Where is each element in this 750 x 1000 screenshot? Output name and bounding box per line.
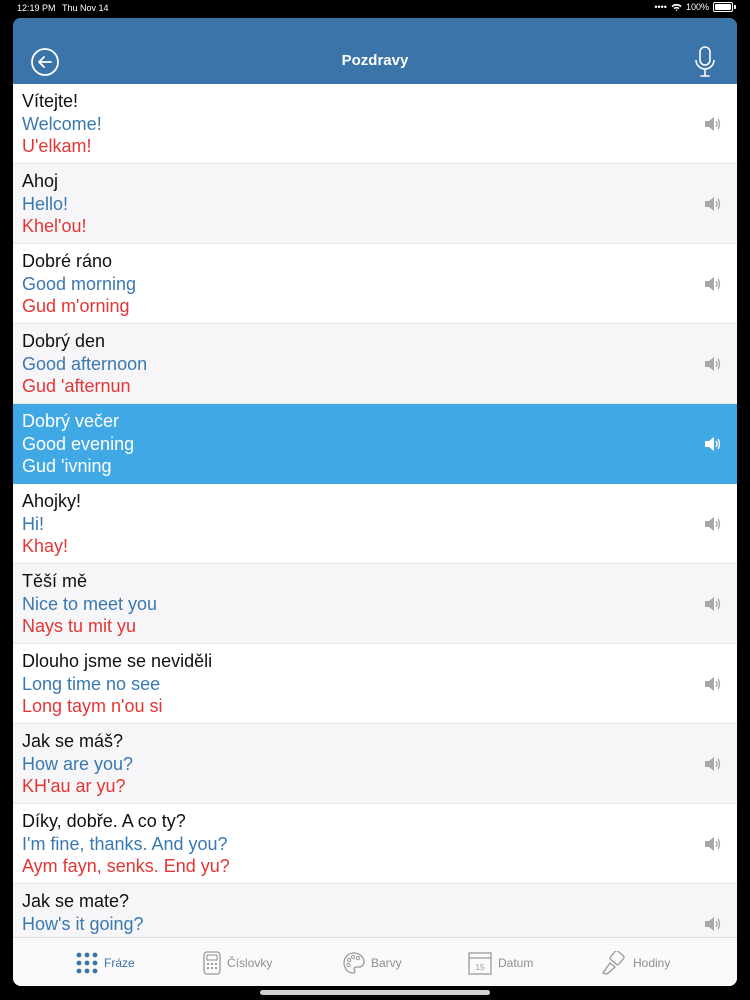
pronunciation-text: Long taym n'ou si — [22, 696, 163, 716]
status-time: 12:19 PM — [17, 3, 56, 13]
english-text: Good evening — [22, 434, 135, 454]
tab-label: Číslovky — [227, 955, 273, 970]
phrase-row[interactable]: Jak se máš? How are you? KH'au ar yu? — [13, 724, 737, 804]
czech-text: Díky, dobře. A co ty? — [22, 811, 186, 831]
english-text: Long time no see — [22, 674, 161, 694]
battery-icon — [713, 2, 733, 12]
speaker-icon[interactable] — [703, 676, 721, 692]
palette-icon — [343, 951, 365, 974]
phrase-row[interactable]: Těší mě Nice to meet you Nays tu mit yu — [13, 564, 737, 644]
czech-text: Jak se mate? — [22, 891, 130, 911]
czech-text: Vítejte! — [22, 91, 79, 111]
battery-percent: 100% — [685, 2, 709, 12]
speaker-icon[interactable] — [703, 436, 721, 452]
calendar-icon: 15 — [468, 951, 492, 975]
speaker-icon[interactable] — [703, 196, 721, 212]
pronunciation-text: U'elkam! — [22, 136, 92, 156]
tab-cislovky[interactable]: Číslovky — [203, 938, 272, 986]
navigation-bar: Pozdravy — [13, 18, 737, 84]
pronunciation-text: Gud 'afternun — [22, 376, 131, 396]
tab-barvy[interactable]: Barvy — [343, 938, 402, 986]
english-text: Welcome! — [22, 114, 102, 134]
tab-fraze[interactable]: Fráze — [76, 938, 135, 986]
clock-icon — [601, 950, 625, 975]
pronunciation-text: Gud 'ivning — [22, 456, 112, 476]
phrase-row-selected[interactable]: Dobrý večer Good evening Gud 'ivning — [13, 404, 737, 484]
speaker-icon[interactable] — [703, 356, 721, 372]
english-text: Good afternoon — [22, 354, 148, 374]
pronunciation-text: Gud m'orning — [22, 296, 130, 316]
pronunciation-text: Khel'ou! — [22, 216, 87, 236]
status-bar: 12:19 PM Thu Nov 14 •••• 100% — [0, 0, 750, 16]
speaker-icon[interactable] — [703, 836, 721, 852]
signal-dots-icon: •••• — [654, 2, 667, 12]
tab-label: Barvy — [371, 955, 402, 970]
microphone-icon[interactable] — [693, 45, 717, 79]
grid-icon — [76, 952, 98, 973]
phrase-row[interactable]: Ahojky! Hi! Khay! — [13, 484, 737, 564]
home-indicator[interactable] — [260, 990, 490, 995]
calendar-day: 15 — [476, 963, 485, 972]
pronunciation-text: Khay! — [22, 536, 69, 556]
status-date: Thu Nov 14 — [62, 3, 109, 13]
calculator-icon — [203, 950, 221, 975]
phrase-row[interactable]: Dobré ráno Good morning Gud m'orning — [13, 244, 737, 324]
pronunciation-text: KH'au ar yu? — [22, 776, 126, 796]
czech-text: Jak se máš? — [22, 731, 124, 751]
phrase-row[interactable]: Dlouho jsme se neviděli Long time no see… — [13, 644, 737, 724]
english-text: Good morning — [22, 274, 137, 294]
speaker-icon[interactable] — [703, 596, 721, 612]
tab-bar: Fráze Číslovky Barvy 15 Datum Hodiny — [13, 937, 737, 986]
tab-label: Datum — [498, 955, 534, 970]
tab-hodiny[interactable]: Hodiny — [601, 938, 670, 986]
phrase-list[interactable]: Vítejte! Welcome! U'elkam! Ahoj Hello! K… — [13, 84, 737, 937]
page-title: Pozdravy — [341, 52, 409, 69]
speaker-icon[interactable] — [703, 276, 721, 292]
english-text: How are you? — [22, 754, 134, 774]
speaker-icon[interactable] — [703, 116, 721, 132]
english-text: Hi! — [22, 514, 44, 534]
english-text: Hello! — [22, 194, 69, 214]
status-right: •••• 100% — [654, 2, 736, 12]
phrase-row[interactable]: Vítejte! Welcome! U'elkam! — [13, 84, 737, 164]
czech-text: Dobré ráno — [22, 251, 113, 271]
czech-text: Dobrý den — [22, 331, 106, 351]
phrase-row[interactable]: Díky, dobře. A co ty? I'm fine, thanks. … — [13, 804, 737, 884]
pronunciation-text: Nays tu mit yu — [22, 616, 137, 636]
czech-text: Dlouho jsme se neviděli — [22, 651, 213, 671]
czech-text: Dobrý večer — [22, 411, 120, 431]
app-window: Pozdravy Vítejte! Welcome! U'elkam! Ahoj… — [13, 18, 737, 986]
tab-datum[interactable]: 15 Datum — [468, 938, 533, 986]
czech-text: Ahoj — [22, 171, 59, 191]
english-text: Nice to meet you — [22, 594, 158, 614]
phrase-row[interactable]: Ahoj Hello! Khel'ou! — [13, 164, 737, 244]
english-text: How's it going? — [22, 914, 144, 934]
wifi-icon — [671, 3, 682, 11]
speaker-icon[interactable] — [703, 756, 721, 772]
czech-text: Ahojky! — [22, 491, 82, 511]
pronunciation-text: Aym fayn, senks. End yu? — [22, 856, 230, 876]
czech-text: Těší mě — [22, 571, 88, 591]
phrase-row[interactable]: Jak se mate? How's it going? — [13, 884, 737, 937]
tab-label: Hodiny — [633, 955, 671, 970]
speaker-icon[interactable] — [703, 916, 721, 932]
english-text: I'm fine, thanks. And you? — [22, 834, 228, 854]
speaker-icon[interactable] — [703, 516, 721, 532]
tab-label: Fráze — [104, 955, 135, 970]
phrase-row[interactable]: Dobrý den Good afternoon Gud 'afternun — [13, 324, 737, 404]
